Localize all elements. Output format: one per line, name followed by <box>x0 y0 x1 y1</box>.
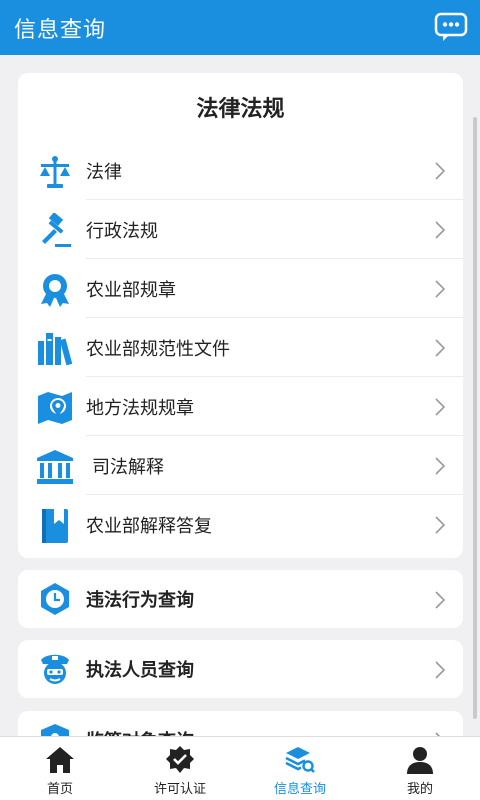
chevron-right-icon <box>435 280 445 298</box>
chat-bubble-icon[interactable] <box>434 12 468 42</box>
supervision-query-row[interactable]: 监管对象查询 <box>18 711 463 736</box>
law-item-label: 行政法规 <box>86 220 158 242</box>
law-item-local-regulations[interactable]: 地方法规规章 <box>18 377 463 436</box>
law-item-label: 农业部解释答复 <box>86 515 212 537</box>
tab-mine[interactable]: 我的 <box>360 737 480 800</box>
chevron-right-icon <box>435 457 445 475</box>
tab-home[interactable]: 首页 <box>0 737 120 800</box>
law-item-administrative[interactable]: 行政法规 <box>18 200 463 259</box>
law-item-label: 法律 <box>86 161 122 183</box>
badge-check-icon <box>166 746 194 773</box>
law-item-label: 地方法规规章 <box>86 397 194 419</box>
officer-query-row[interactable]: 执法人员查询 <box>18 640 463 698</box>
violation-query-label: 违法行为查询 <box>86 590 194 611</box>
supervision-query-label: 监管对象查询 <box>86 727 194 736</box>
chevron-right-icon <box>435 162 445 180</box>
map-pin-icon <box>38 392 72 424</box>
gavel-icon <box>42 213 71 247</box>
layers-search-icon <box>285 747 315 773</box>
law-item-ministry-rules[interactable]: 农业部规章 <box>18 259 463 318</box>
chevron-right-icon <box>435 398 445 416</box>
page-title: 信息查询 <box>14 17 107 43</box>
violation-query-row[interactable]: 违法行为查询 <box>18 570 463 628</box>
home-icon <box>46 747 74 773</box>
tab-info-query[interactable]: 信息查询 <box>240 737 360 800</box>
law-item-law[interactable]: 法律 <box>18 141 463 200</box>
violation-query-card[interactable]: 违法行为查询 <box>18 570 463 628</box>
clock-hexagon-icon <box>41 583 69 615</box>
scales-icon <box>40 156 70 188</box>
laws-card: 法律法规 法律 行政法规 农业部规章 农业部规范性文件 地方法规规章 司法解释 … <box>18 73 463 558</box>
laws-card-title: 法律法规 <box>196 97 285 122</box>
courthouse-icon <box>37 450 73 484</box>
law-item-ministry-replies[interactable]: 农业部解释答复 <box>18 495 463 554</box>
user-icon <box>407 747 433 774</box>
content-area[interactable]: 法律法规 法律 行政法规 农业部规章 农业部规范性文件 地方法规规章 司法解释 … <box>0 55 480 736</box>
chevron-right-icon <box>435 661 445 679</box>
law-item-label: 农业部规范性文件 <box>86 338 230 360</box>
app-header: 信息查询 <box>0 0 480 55</box>
books-icon <box>38 333 73 366</box>
officer-query-card[interactable]: 执法人员查询 <box>18 640 463 698</box>
chevron-right-icon <box>435 591 445 609</box>
officer-query-label: 执法人员查询 <box>86 660 194 681</box>
law-item-label: 司法解释 <box>92 456 164 478</box>
officer-icon <box>41 654 69 684</box>
law-item-judicial-interpretation[interactable]: 司法解释 <box>18 436 463 495</box>
chevron-right-icon <box>435 516 445 534</box>
scrollbar[interactable] <box>473 117 477 719</box>
tab-license-cert[interactable]: 许可认证 <box>120 737 240 800</box>
person-shield-icon <box>41 724 69 736</box>
tab-label: 许可认证 <box>153 782 206 797</box>
bottom-tab-bar: 首页 许可认证 信息查询 我的 <box>0 736 480 800</box>
tab-label: 信息查询 <box>273 782 326 797</box>
law-item-label: 农业部规章 <box>86 279 176 301</box>
tab-label: 我的 <box>406 782 433 797</box>
law-item-normative-docs[interactable]: 农业部规范性文件 <box>18 318 463 377</box>
supervision-query-card[interactable]: 监管对象查询 <box>18 711 463 736</box>
chevron-right-icon <box>435 221 445 239</box>
tab-label: 首页 <box>46 782 73 797</box>
chevron-right-icon <box>435 339 445 357</box>
bookmark-book-icon <box>42 509 68 543</box>
award-badge-icon <box>41 274 69 307</box>
